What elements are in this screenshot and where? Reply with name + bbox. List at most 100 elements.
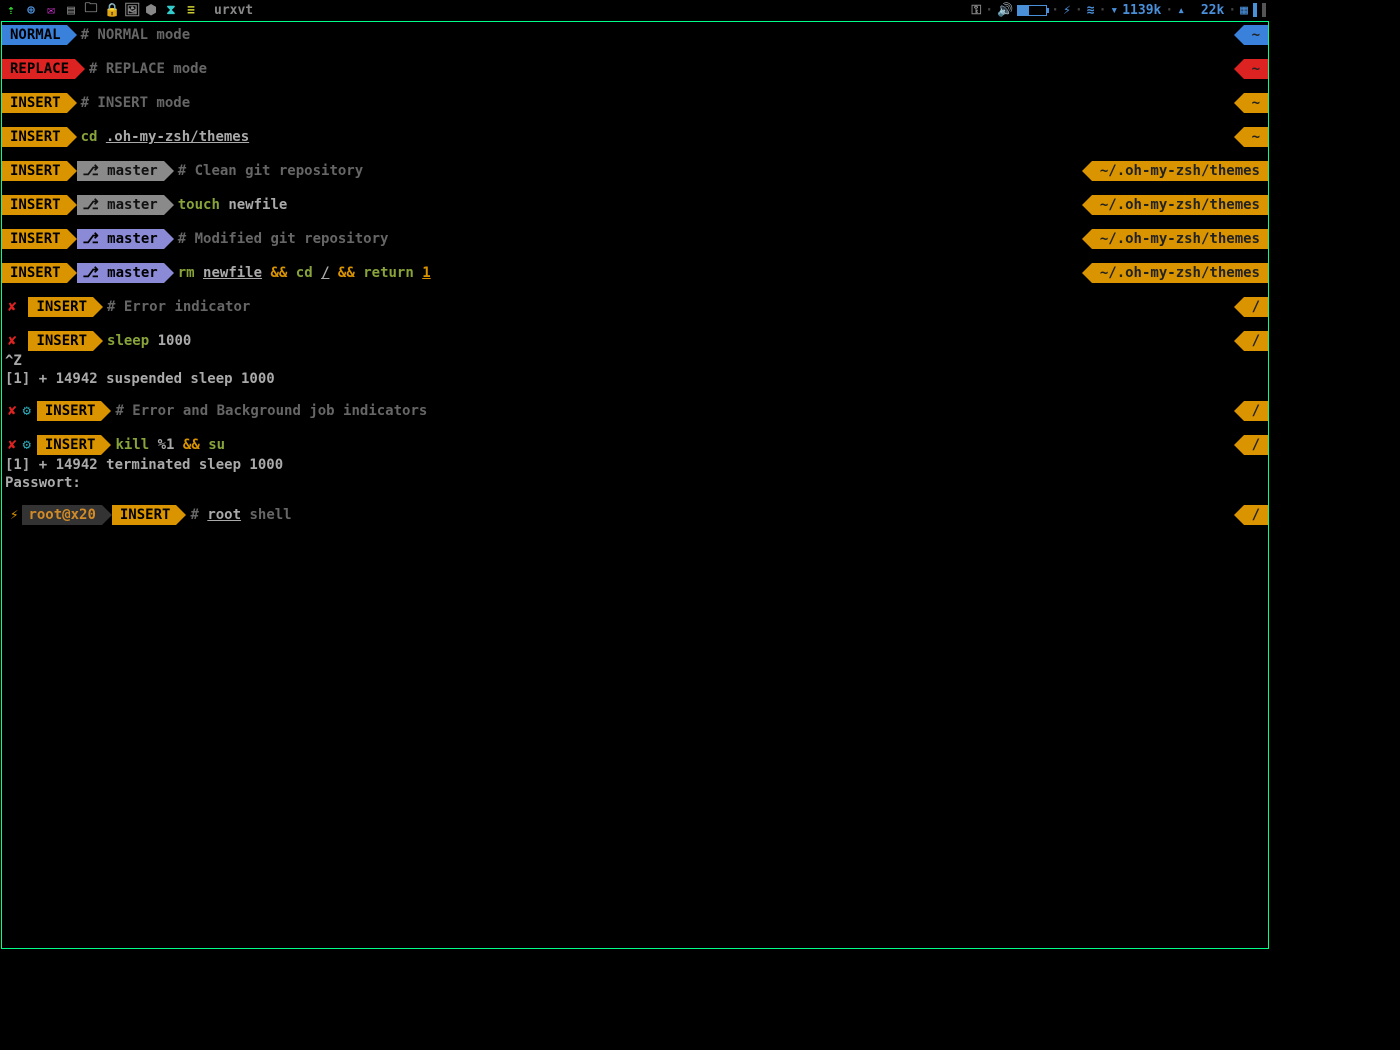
branch-icon: ⎇ [83,231,99,247]
output-line: ^Z [2,352,1268,370]
prompt-row: ✘ INSERT sleep 1000 / [2,330,1268,352]
command-text: sleep 1000 [107,333,191,349]
image-icon: 🖼 [124,3,138,18]
calc-icon: ▤ [64,3,78,18]
git-segment-clean: ⎇ master [77,161,164,181]
right-path-segment: ~/.oh-my-zsh/themes [1092,195,1268,215]
comment-text: # Error indicator [107,299,250,315]
prompt-row: INSERT ⎇ master # Modified git repositor… [2,228,1268,250]
prompt-row: INSERT ⎇ master touch newfile ~/.oh-my-z… [2,194,1268,216]
mode-segment-normal: NORMAL [2,25,67,45]
prompt-row: INSERT cd .oh-my-zsh/themes ~ [2,126,1268,148]
prompt-row: REPLACE # REPLACE mode ~ [2,58,1268,80]
separator: · [985,3,993,18]
right-path-segment: ~/.oh-my-zsh/themes [1092,161,1268,181]
right-segment: / [1244,331,1268,351]
usage-bar-icon [1253,3,1257,17]
up-arrow-icon: ▴ [1177,3,1185,18]
key-icon: ⚿ [971,3,981,18]
stack-icon: ≡ [184,3,198,18]
mode-segment-replace: REPLACE [2,59,75,79]
git-segment-dirty: ⎇ master [77,229,164,249]
separator: · [1165,3,1173,18]
mode-segment-insert: INSERT [2,263,67,283]
prompt-row: INSERT # INSERT mode ~ [2,92,1268,114]
prompt-row: ⚡ root@x20 INSERT # root shell / [2,504,1268,526]
command-text: rm newfile && cd / && return 1 [178,265,431,281]
output-line: [1] + 14942 terminated sleep 1000 [2,456,1268,474]
prompt-row: INSERT ⎇ master # Clean git repository ~… [2,160,1268,182]
output-line: Passwort: [2,474,1268,492]
battery-icon [1017,5,1047,16]
root-user-segment: root@x20 [22,505,101,525]
error-icon: ✘ [2,333,22,349]
mode-segment-insert: INSERT [2,229,67,249]
cube-icon: ⬢ [144,3,158,18]
output-line: [1] + 14942 suspended sleep 1000 [2,370,1268,388]
right-segment: ~ [1244,25,1268,45]
right-path-segment: ~/.oh-my-zsh/themes [1092,263,1268,283]
comment-text: # REPLACE mode [89,61,207,77]
lock-icon: 🔒 [104,3,118,18]
command-text: touch newfile [178,197,288,213]
mode-segment-insert: INSERT [37,435,102,455]
hourglass-icon: ⧗ [164,3,178,18]
right-segment: ~ [1244,93,1268,113]
taskbar: ⇡ ⊕ ✉ ▤ 🗀 🔒 🖼 ⬢ ⧗ ≡ urxvt ⚿ · 🔊 · ⚡ · ≋ … [0,0,1270,20]
comment-text: # NORMAL mode [81,27,191,43]
comment-text: # Clean git repository [178,163,363,179]
separator: · [1075,3,1083,18]
command-text: cd .oh-my-zsh/themes [81,129,250,145]
down-arrow-icon: ▾ [1110,3,1118,18]
prompt-row: NORMAL # NORMAL mode ~ [2,24,1268,46]
branch-icon: ⎇ [83,163,99,179]
chip-icon: ▦ [1240,3,1248,18]
volume-icon: 🔊 [997,3,1013,18]
tray-icon: ⇡ [4,3,18,18]
globe-icon: ⊕ [24,3,38,18]
folder-icon: 🗀 [84,0,98,21]
separator: · [1228,3,1236,18]
net-down: 1139k [1122,3,1161,18]
terminal[interactable]: NORMAL # NORMAL mode ~ REPLACE # REPLACE… [1,21,1269,949]
taskbar-right: ⚿ · 🔊 · ⚡ · ≋ · ▾ 1139k · ▴ 22k · ▦ [971,3,1266,18]
right-segment: / [1244,297,1268,317]
comment-text: # INSERT mode [81,95,191,111]
prompt-row: ✘ ⚙ INSERT kill %1 && su / [2,434,1268,456]
taskbar-app-name[interactable]: urxvt [214,3,253,18]
prompt-row: ✘ ⚙ INSERT # Error and Background job in… [2,400,1268,422]
mode-segment-insert: INSERT [2,161,67,181]
comment-text: # Modified git repository [178,231,389,247]
mode-segment-insert: INSERT [28,331,93,351]
right-segment: ~ [1244,127,1268,147]
usage-bar-icon [1262,3,1266,17]
plug-icon: ⚡ [1063,3,1071,18]
mode-segment-insert: INSERT [37,401,102,421]
git-segment-clean: ⎇ master [77,195,164,215]
prompt-row: INSERT ⎇ master rm newfile && cd / && re… [2,262,1268,284]
separator: · [1099,3,1107,18]
separator: · [1051,3,1059,18]
mode-segment-insert: INSERT [2,195,67,215]
branch-icon: ⎇ [83,265,99,281]
error-icon: ✘ [2,403,22,419]
gear-icon: ⚙ [22,403,34,419]
wifi-icon: ≋ [1087,3,1095,18]
right-segment: ~ [1244,59,1268,79]
comment-text: # Error and Background job indicators [115,403,427,419]
error-icon: ✘ [2,437,22,453]
gear-icon: ⚙ [22,437,34,453]
bolt-icon: ⚡ [2,507,22,523]
branch-icon: ⎇ [83,197,99,213]
right-segment: / [1244,401,1268,421]
right-segment: / [1244,435,1268,455]
right-path-segment: ~/.oh-my-zsh/themes [1092,229,1268,249]
mail-icon: ✉ [44,3,58,18]
prompt-row: ✘ INSERT # Error indicator / [2,296,1268,318]
net-up: 22k [1201,3,1224,18]
comment-text: # root shell [190,507,291,523]
mode-segment-insert: INSERT [2,93,67,113]
mode-segment-insert: INSERT [2,127,67,147]
right-segment: / [1244,505,1268,525]
mode-segment-insert: INSERT [28,297,93,317]
